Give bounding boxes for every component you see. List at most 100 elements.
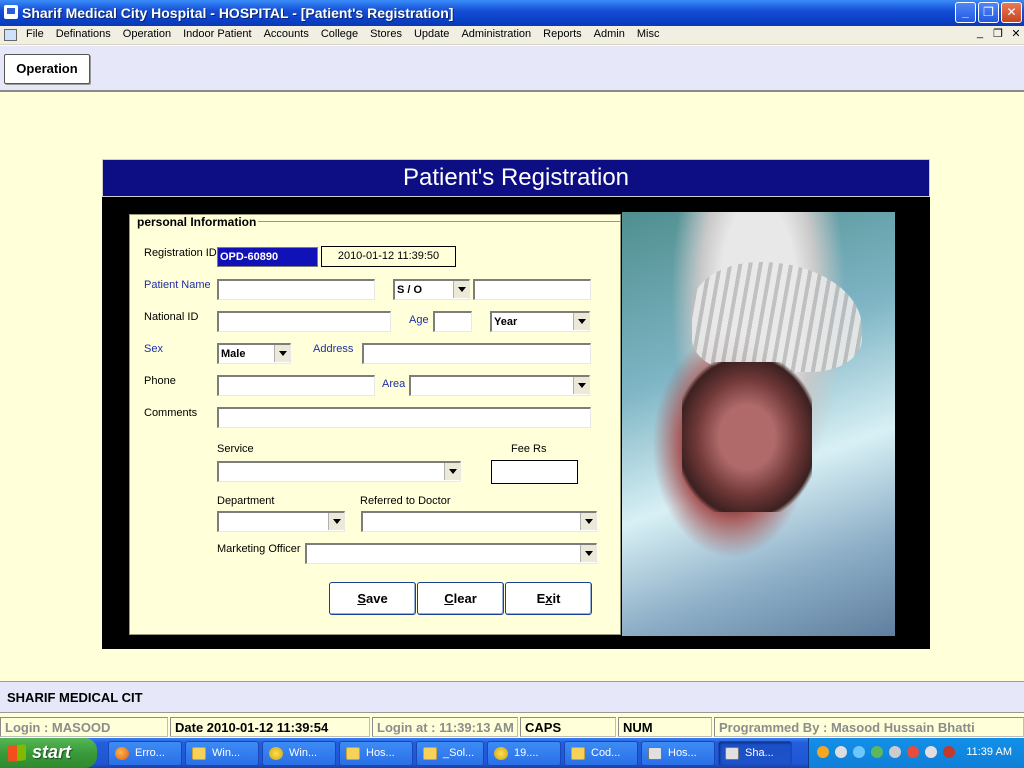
- tray-icon[interactable]: [889, 746, 901, 758]
- clear-accelerator: C: [444, 591, 454, 606]
- menu-file[interactable]: File: [26, 28, 44, 40]
- tray-icon[interactable]: [907, 746, 919, 758]
- service-select[interactable]: [217, 461, 461, 482]
- sex-select[interactable]: Male: [217, 343, 291, 364]
- taskbar-item[interactable]: 19....: [487, 741, 561, 766]
- clear-label: lear: [453, 591, 477, 606]
- chevron-down-icon[interactable]: [444, 463, 460, 480]
- save-button[interactable]: Save: [329, 582, 416, 615]
- patient-name-label: Patient Name: [144, 279, 211, 291]
- chevron-down-icon[interactable]: [328, 513, 344, 530]
- menu-definations[interactable]: Definations: [56, 28, 111, 40]
- tray-icon[interactable]: [925, 746, 937, 758]
- status-login: Login : MASOOD: [0, 717, 168, 737]
- age-unit-select[interactable]: Year: [490, 311, 590, 332]
- department-select[interactable]: [217, 511, 345, 532]
- save-label: ave: [365, 591, 388, 606]
- phone-input[interactable]: [217, 375, 375, 396]
- area-select[interactable]: [409, 375, 590, 396]
- folder-icon: [423, 747, 437, 760]
- clock[interactable]: 11:39 AM: [966, 746, 1012, 758]
- taskbar-item[interactable]: Cod...: [564, 741, 638, 766]
- shield-icon[interactable]: [943, 746, 955, 758]
- address-label: Address: [313, 343, 354, 355]
- mdi-restore-icon[interactable]: ❐: [990, 27, 1006, 42]
- taskbar-item-active[interactable]: Sha...: [718, 741, 792, 766]
- status-programmer: Programmed By : Masood Hussain Bhatti: [714, 717, 1024, 737]
- menu-update[interactable]: Update: [414, 28, 449, 40]
- folder-icon: [192, 747, 206, 760]
- chevron-down-icon[interactable]: [573, 377, 589, 394]
- chevron-down-icon[interactable]: [453, 281, 469, 298]
- restore-button[interactable]: ❐: [978, 2, 999, 23]
- menu-college[interactable]: College: [321, 28, 358, 40]
- app-icon: [269, 747, 283, 760]
- exit-label-end: it: [552, 591, 561, 606]
- menu-administration[interactable]: Administration: [461, 28, 531, 40]
- referred-doctor-select[interactable]: [361, 511, 597, 532]
- tray-icon[interactable]: [871, 746, 883, 758]
- folder-icon: [346, 747, 360, 760]
- tray-icon[interactable]: [853, 746, 865, 758]
- task-label: _Sol...: [443, 747, 475, 759]
- taskbar-item[interactable]: Win...: [262, 741, 336, 766]
- marketing-officer-select[interactable]: [305, 543, 597, 564]
- patient-photo: [622, 212, 895, 636]
- menu-indoor-patient[interactable]: Indoor Patient: [183, 28, 252, 40]
- close-button[interactable]: ✕: [1001, 2, 1022, 23]
- fee-label: Fee Rs: [511, 443, 547, 455]
- mdi-close-icon[interactable]: ✕: [1008, 27, 1024, 42]
- menu-admin[interactable]: Admin: [594, 28, 625, 40]
- app-icon: [648, 747, 662, 760]
- age-unit-value: Year: [494, 316, 518, 328]
- age-input[interactable]: [433, 311, 472, 332]
- national-id-input[interactable]: [217, 311, 391, 332]
- operation-button[interactable]: Operation: [4, 54, 90, 84]
- document-icon[interactable]: [4, 29, 17, 41]
- task-label: Win...: [212, 747, 241, 759]
- address-input[interactable]: [362, 343, 591, 364]
- referred-doctor-label: Referred to Doctor: [360, 495, 451, 507]
- app-icon[interactable]: [4, 5, 18, 19]
- service-label: Service: [217, 443, 254, 455]
- taskbar-item[interactable]: Hos...: [339, 741, 413, 766]
- registration-id-field[interactable]: OPD-60890: [217, 247, 318, 267]
- exit-button[interactable]: Exit: [505, 582, 592, 615]
- fee-input[interactable]: [491, 460, 578, 484]
- relation-value: S / O: [397, 284, 423, 296]
- menu-stores[interactable]: Stores: [370, 28, 402, 40]
- menu-reports[interactable]: Reports: [543, 28, 582, 40]
- comments-label: Comments: [144, 407, 198, 419]
- menu-operation[interactable]: Operation: [123, 28, 171, 40]
- mdi-minimize-icon[interactable]: _: [972, 27, 988, 42]
- taskbar-item[interactable]: Win...: [185, 741, 259, 766]
- taskbar-item[interactable]: Hos...: [641, 741, 715, 766]
- status-num: NUM: [618, 717, 712, 737]
- registration-id-label: Registration ID: [144, 247, 217, 259]
- relation-select[interactable]: S / O: [393, 279, 470, 300]
- chevron-down-icon[interactable]: [580, 513, 596, 530]
- tray-icon[interactable]: [835, 746, 847, 758]
- status-bar: Login : MASOOD Date 2010-01-12 11:39:54 …: [0, 715, 1024, 738]
- chevron-down-icon[interactable]: [573, 313, 589, 330]
- task-label: Cod...: [591, 747, 621, 759]
- menu-accounts[interactable]: Accounts: [264, 28, 309, 40]
- start-button[interactable]: start: [0, 738, 97, 768]
- minimize-button[interactable]: _: [955, 2, 976, 23]
- comments-input[interactable]: [217, 407, 591, 428]
- task-label: Erro...: [135, 747, 165, 759]
- taskbar-item[interactable]: _Sol...: [416, 741, 484, 766]
- title-bar: Sharif Medical City Hospital - HOSPITAL …: [0, 0, 1024, 26]
- organization-name: SHARIF MEDICAL CIT: [7, 690, 143, 705]
- phone-label: Phone: [144, 375, 176, 387]
- chevron-down-icon[interactable]: [274, 345, 290, 362]
- patient-name-input[interactable]: [217, 279, 375, 300]
- taskbar-item[interactable]: Erro...: [108, 741, 182, 766]
- menu-misc[interactable]: Misc: [637, 28, 660, 40]
- clear-button[interactable]: Clear: [417, 582, 504, 615]
- national-id-label: National ID: [144, 311, 199, 323]
- tray-icon[interactable]: [817, 746, 829, 758]
- guardian-name-input[interactable]: [473, 279, 591, 300]
- chevron-down-icon[interactable]: [580, 545, 596, 562]
- task-label: Hos...: [668, 747, 697, 759]
